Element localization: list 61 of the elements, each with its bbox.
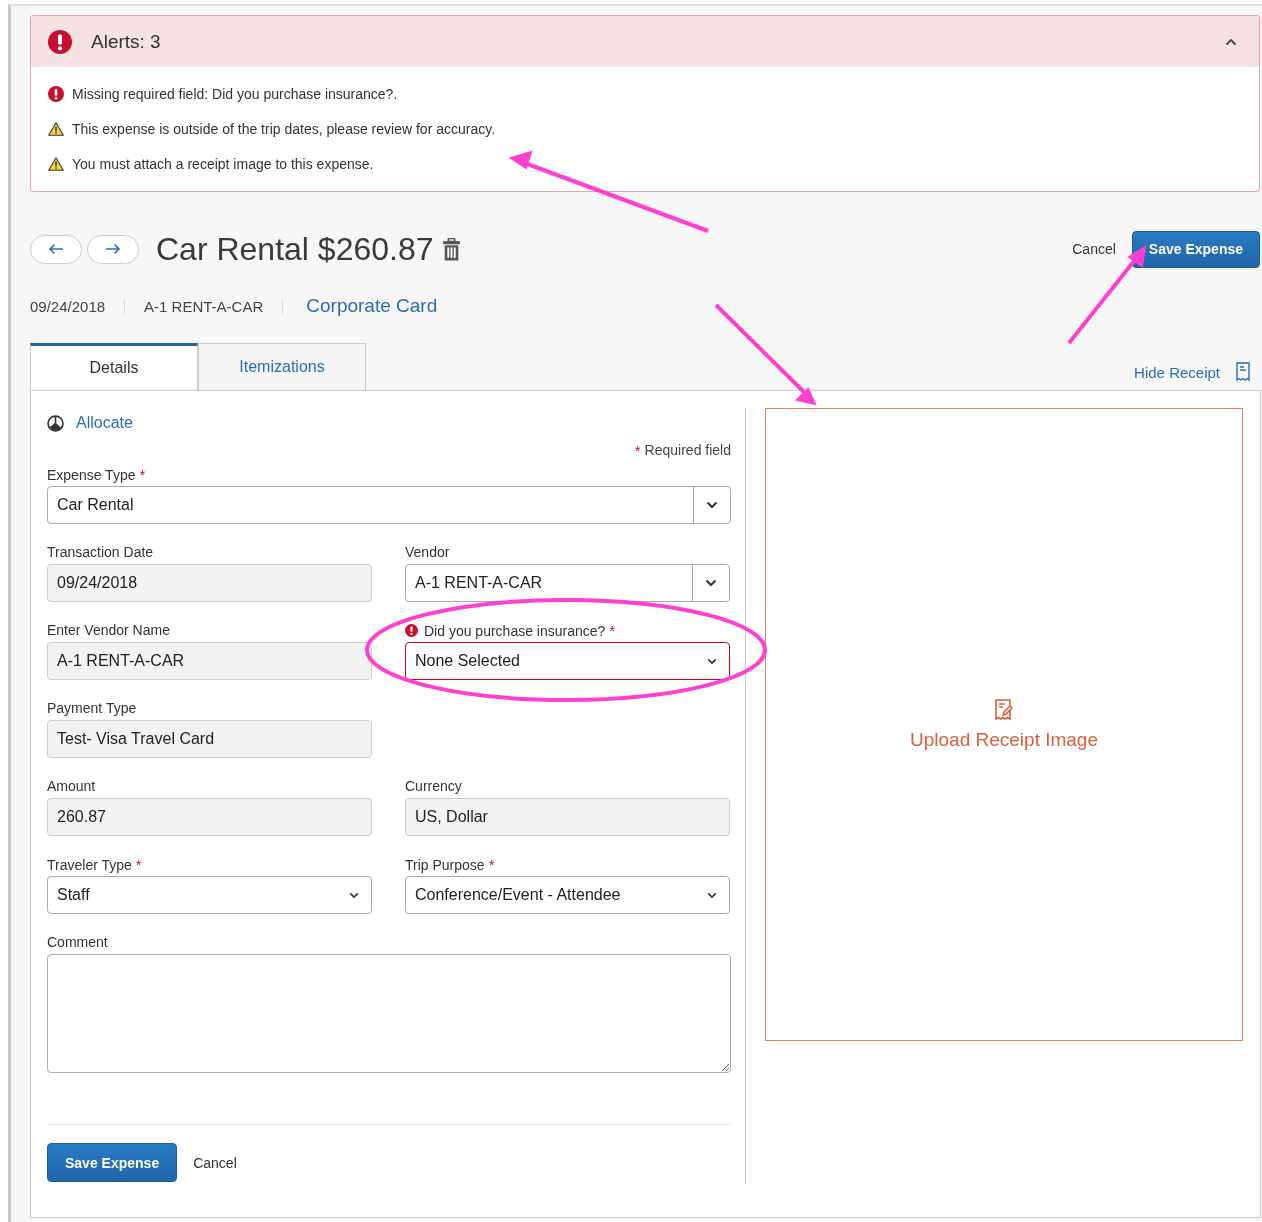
alert-title: Alerts: 3 [91,30,161,53]
next-button[interactable] [87,234,139,264]
payment-type-link[interactable]: Corporate Card [306,295,438,317]
receipt-icon[interactable] [1236,362,1250,382]
save-expense-button[interactable]: Save Expense [47,1143,178,1182]
tab[interactable]: Itemizations [198,343,366,390]
error-icon [48,85,64,102]
field-label: Enter Vendor Name [47,622,170,638]
read-only-field: 260.87 [47,798,372,836]
read-only-field: US, Dollar [405,798,730,836]
expense-date: 09/24/2018 [30,297,106,315]
dropdown-field[interactable]: A-1 RENT-A-CAR [405,564,730,602]
dropdown-field[interactable]: Conference/Event - Attendee [405,876,730,914]
right-arrow-icon [105,243,121,255]
field-label: Amount [47,778,96,794]
cancel-link[interactable]: Cancel [1072,241,1116,257]
dropdown-field[interactable]: Car Rental [47,486,731,524]
chevron-down-icon [707,891,717,899]
field-label: Expense Type * [47,465,147,483]
read-only-field: A-1 RENT-A-CAR [47,642,372,680]
field-label: Comment [47,934,108,950]
tab[interactable]: Details [30,343,198,390]
required-asterisk: * [634,441,641,459]
receipt-upload-area[interactable]: Upload Receipt Image [765,408,1243,1041]
field-label: Transaction Date [47,544,154,560]
field-label: Traveler Type * [47,855,143,873]
chevron-down-icon [705,579,717,587]
hide-receipt-link[interactable]: Hide Receipt [1134,363,1220,381]
required-field-note: Required field [644,442,731,458]
warning-icon [48,120,64,137]
collapse-icon[interactable] [1225,37,1237,46]
error-icon [405,623,418,637]
chevron-down-icon [349,891,359,899]
save-expense-button[interactable]: Save Expense [1131,230,1260,268]
field-label: Vendor [405,544,450,560]
dropdown-field[interactable]: None Selected [405,642,730,680]
vendor-name: A-1 RENT-A-CAR [144,297,264,315]
chevron-down-icon [706,501,718,509]
cancel-link[interactable]: Cancel [193,1154,237,1171]
previous-button[interactable] [30,234,82,264]
receipt-edit-icon [995,698,1013,721]
pie-chart-icon [47,414,64,432]
allocate-link[interactable]: Allocate [76,414,133,432]
field-label: Payment Type [47,700,137,716]
left-arrow-icon [48,243,64,255]
field-label: Did you purchase insurance? * [424,621,617,639]
expense-title: Car Rental $260.87 [156,230,434,268]
alert-message: This expense is outside of the trip dates, please review for accuracy. [72,120,496,137]
upload-receipt-link[interactable]: Upload Receipt Image [910,728,1098,751]
comment-field[interactable] [47,954,731,1073]
warning-icon [48,155,64,172]
alert-message: Missing required field: Did you purchase insurance?. [72,85,398,102]
field-label: Trip Purpose * [405,855,496,873]
read-only-field: 09/24/2018 [47,564,372,602]
field-label: Currency [405,778,462,794]
read-only-field: Test- Visa Travel Card [47,720,372,758]
alert-message: You must attach a receipt image to this expense. [72,155,374,172]
trash-icon[interactable] [442,237,460,261]
chevron-down-icon [707,657,717,665]
error-icon [48,29,72,54]
dropdown-field[interactable]: Staff [47,876,372,914]
